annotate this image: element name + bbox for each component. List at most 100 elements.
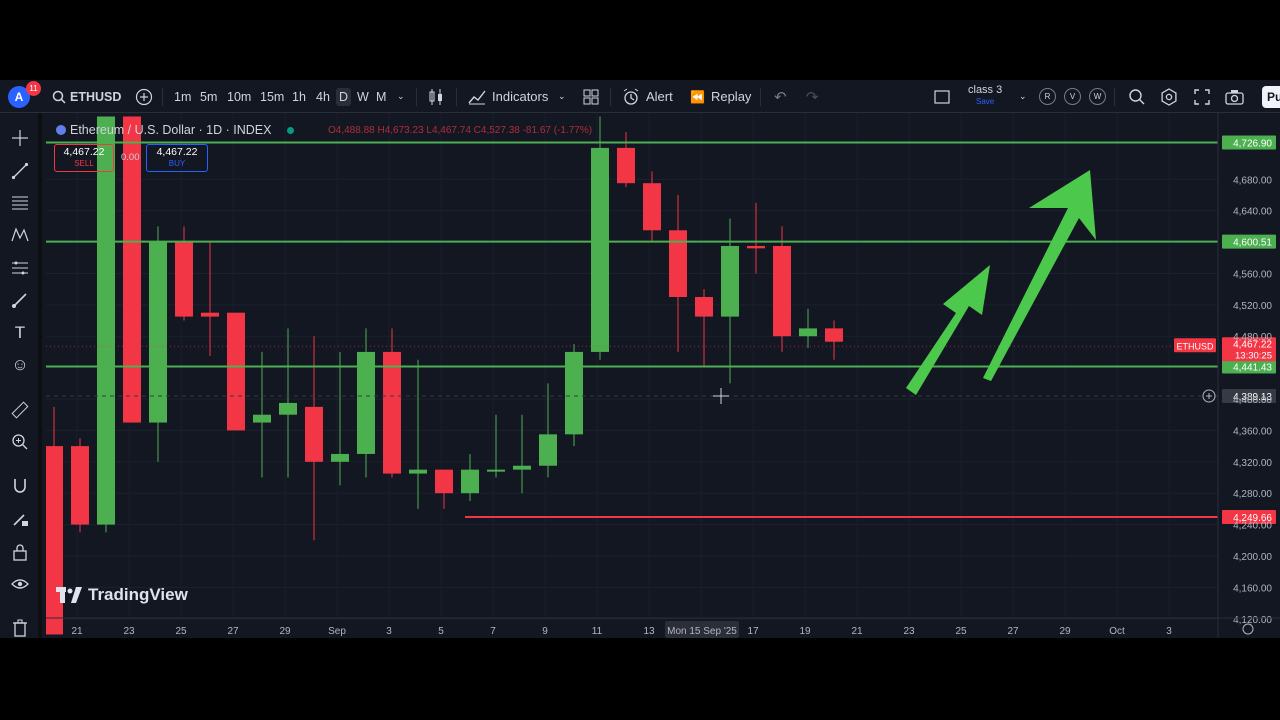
compare-symbol-button[interactable] <box>135 80 153 113</box>
chevron-down-icon: ⌄ <box>1019 91 1027 101</box>
undo-icon: ↶ <box>774 88 787 106</box>
x-tick-label: 9 <box>542 626 548 637</box>
quick-search-button[interactable] <box>1128 80 1146 113</box>
x-tick-label: 29 <box>1059 626 1071 637</box>
tradingview-logo[interactable]: TradingView <box>56 585 188 605</box>
snapshot-button[interactable] <box>1225 80 1244 113</box>
indicators-dropdown[interactable]: ⌄ <box>558 80 566 113</box>
circle-r-button[interactable]: R <box>1039 88 1056 105</box>
timeframe-15m[interactable]: 15m <box>260 80 284 113</box>
layouts-button[interactable] <box>583 80 599 113</box>
grid-icon <box>583 89 599 104</box>
x-tick-label: 21 <box>851 626 863 637</box>
pattern-icon <box>11 227 29 242</box>
fib-retracement-icon <box>12 196 28 210</box>
indicators-button[interactable]: Indicators <box>468 80 548 113</box>
lock-tool[interactable] <box>8 540 32 564</box>
draw-lock-tool[interactable] <box>8 507 32 531</box>
price-chart[interactable]: 4,726.904,600.514,441.434,249.66ETHUSD 4,… <box>46 113 1280 638</box>
fullscreen-button[interactable] <box>1194 80 1210 113</box>
timeframe-label: M <box>376 89 387 104</box>
layout-name-button[interactable]: class 3 Save <box>968 85 1002 107</box>
symbol-title[interactable]: Ethereum / U.S. Dollar · 1D · INDEX <box>70 123 271 137</box>
timeframe-w[interactable]: W <box>357 80 369 113</box>
hide-tool[interactable] <box>8 572 32 596</box>
magnet-icon <box>14 479 26 493</box>
x-tick-label: 21 <box>71 626 83 637</box>
prediction-tool[interactable] <box>8 256 32 280</box>
alert-label: Alert <box>646 89 673 104</box>
prediction-icon <box>12 261 28 275</box>
crosshair-tool[interactable] <box>8 126 32 150</box>
price-level-label: 4,441.43 <box>1233 363 1272 374</box>
bearish-candle <box>46 446 63 635</box>
timeframe-label: D <box>336 87 352 106</box>
x-tick-label: Oct <box>1109 626 1125 637</box>
circle-v-button[interactable]: V <box>1064 88 1081 105</box>
price-level-label: 4,600.51 <box>1233 238 1272 249</box>
remove-tool[interactable] <box>8 616 32 638</box>
trash-icon <box>13 619 27 637</box>
timeframe-m[interactable]: M <box>376 80 386 113</box>
y-tick-label: 4,160.00 <box>1233 583 1272 594</box>
patterns-tool[interactable] <box>8 223 32 247</box>
timeframe-4h[interactable]: 4h <box>316 80 330 113</box>
arrow-drawings[interactable] <box>906 170 1096 395</box>
timeframe-5m[interactable]: 5m <box>200 80 217 113</box>
timeframe-dropdown[interactable]: ⌄ <box>397 80 405 113</box>
redo-button[interactable]: ↷ <box>806 80 819 113</box>
indicators-icon <box>468 90 486 104</box>
bearish-candle <box>747 245 765 249</box>
circle-w-button[interactable]: W <box>1089 88 1106 105</box>
timeframe-1m[interactable]: 1m <box>174 80 191 113</box>
zoom-in-icon <box>12 434 28 450</box>
buy-button[interactable]: 4,467.22 BUY <box>146 144 208 172</box>
timeframe-d[interactable]: D <box>336 80 352 113</box>
timeframe-label: 10m <box>227 89 252 104</box>
x-tick-label: 27 <box>1007 626 1019 637</box>
settings-button[interactable] <box>1160 80 1178 113</box>
trendline-tool[interactable] <box>8 159 32 183</box>
y-tick-label: 4,480.00 <box>1233 332 1272 343</box>
layout-icon-button[interactable] <box>934 80 950 113</box>
symbol-search[interactable]: ETHUSD <box>52 80 121 113</box>
publish-button[interactable]: Pu <box>1262 86 1280 108</box>
replay-button[interactable]: ⏪ Replay <box>690 80 751 113</box>
bullish-arrow-small[interactable] <box>906 265 990 395</box>
magnet-tool[interactable] <box>8 474 32 498</box>
undo-button[interactable]: ↶ <box>774 80 787 113</box>
timeframe-label: 4h <box>316 89 330 104</box>
icon-tool[interactable]: ☺ <box>8 353 32 377</box>
measure-tool[interactable] <box>8 398 32 422</box>
symbol-label: ETHUSD <box>70 89 122 104</box>
alert-button[interactable]: Alert <box>622 80 673 113</box>
crosshair <box>713 388 729 404</box>
buy-price: 4,467.22 <box>156 146 198 158</box>
chart-type-button[interactable] <box>428 80 444 113</box>
chevron-down-icon: ⌄ <box>397 91 405 101</box>
bullish-arrow-large[interactable] <box>983 170 1096 381</box>
buy-label: BUY <box>168 159 186 168</box>
sell-button[interactable]: 4,467.22 SELL <box>54 144 114 172</box>
bearish-candle <box>617 147 635 184</box>
y-tick-label: 4,320.00 <box>1233 458 1272 469</box>
timeframe-1h[interactable]: 1h <box>292 80 306 113</box>
zoom-tool[interactable] <box>8 430 32 454</box>
fib-tool[interactable] <box>8 191 32 215</box>
layout-dropdown[interactable]: ⌄ <box>1019 80 1027 113</box>
brush-icon <box>12 293 27 308</box>
bearish-candle <box>175 242 193 317</box>
timeframe-10m[interactable]: 10m <box>227 80 251 113</box>
x-tick-label: 13 <box>643 626 655 637</box>
y-tick-label: 4,680.00 <box>1233 175 1272 186</box>
x-tick-label: 5 <box>438 626 444 637</box>
bullish-candle <box>591 147 609 352</box>
x-tick-label: 19 <box>799 626 811 637</box>
text-tool[interactable]: T <box>8 321 32 345</box>
candles-icon <box>429 88 442 105</box>
bullish-candle <box>97 116 115 525</box>
bullish-candle <box>799 328 817 337</box>
brush-tool[interactable] <box>8 288 32 312</box>
lock-icon <box>13 544 27 561</box>
bullish-candle <box>279 402 297 415</box>
